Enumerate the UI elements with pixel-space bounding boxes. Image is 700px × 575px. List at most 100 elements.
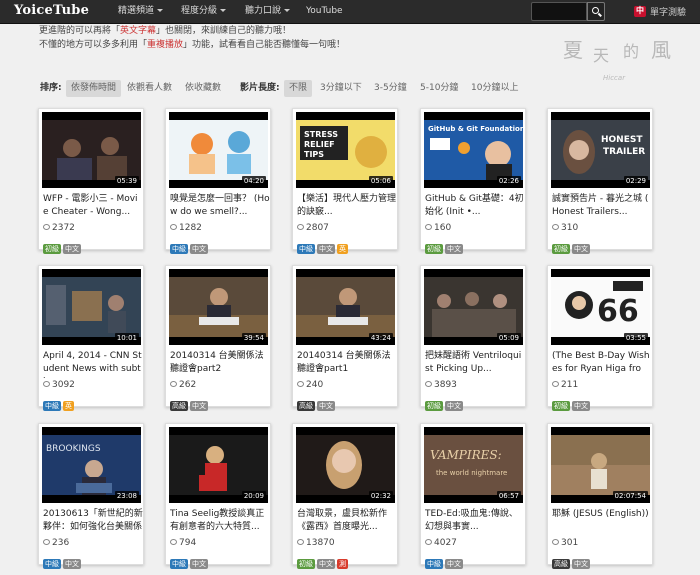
nav-listening-speaking[interactable]: 聽力口說 <box>245 0 291 24</box>
tag-list: 初級 中文 <box>425 236 465 254</box>
video-thumbnail[interactable]: 39:54 <box>169 269 268 345</box>
svg-text:66: 66 <box>597 294 639 329</box>
video-card[interactable]: HONEST TRAILER 02:29 誠實預告片 - 暮光之城 ( Honest … <box>547 108 653 254</box>
view-count: 2372 <box>43 223 75 233</box>
video-card[interactable]: 04:20 嗅覺是怎麼一回事？ (How do we smell?... 1282 中… <box>165 108 271 254</box>
sort-label: 排序: <box>40 83 62 93</box>
video-thumbnail[interactable]: HONEST TRAILER 02:29 <box>551 112 650 188</box>
video-thumbnail[interactable]: VAMPIRES: the world nightmare 06:57 <box>424 427 523 503</box>
svg-text:TRAILER: TRAILER <box>603 147 645 157</box>
tag-list: 中級 中文英 <box>297 236 350 254</box>
duration-badge: 05:39 <box>114 176 139 186</box>
svg-text:STRESS: STRESS <box>304 130 338 139</box>
search-button[interactable] <box>587 2 605 21</box>
language-flag-icon[interactable]: 中 <box>634 6 646 17</box>
thumbnail-image <box>169 120 268 180</box>
video-thumbnail[interactable]: STRESS RELIEF TIPS 05:06 <box>296 112 395 188</box>
nav-featured-channels[interactable]: 精選頻道 <box>118 0 164 24</box>
search-input[interactable] <box>531 2 587 21</box>
video-thumbnail[interactable]: 20:09 <box>169 427 268 503</box>
video-thumbnail[interactable]: 02:07:54 <box>551 427 650 503</box>
thumbnail-image: HONEST TRAILER <box>551 120 650 180</box>
video-card[interactable]: GitHub & Git Foundations 02:26 GitHub & Gi… <box>420 108 526 254</box>
video-title[interactable]: 耶穌 (JESUS (English)) <box>552 508 652 536</box>
video-title[interactable]: 誠實預告片 - 暮光之城 ( Honest Trailers... <box>552 193 652 221</box>
tag-list: 高級 中文 <box>552 551 592 569</box>
tag-list: 初級 中文 <box>552 393 592 411</box>
video-card[interactable]: 10:01 April 4, 2014 - CNN Student News wi… <box>38 265 144 411</box>
video-thumbnail[interactable]: GitHub & Git Foundations 02:26 <box>424 112 523 188</box>
video-thumbnail[interactable]: 05:39 <box>42 112 141 188</box>
sort-by-date[interactable]: 依發佈時間 <box>66 80 122 97</box>
thumbnail-image <box>424 277 523 337</box>
eye-icon <box>297 381 304 387</box>
video-card[interactable]: 20:09 Tina Seelig教授談真正有創意者的六大特質... 794 中級 中文 <box>165 423 271 569</box>
video-title[interactable]: 20140314 台美關係法聽證會part2 <box>170 350 270 378</box>
video-card[interactable]: BROOKINGS 23:08 20130613「新世紀的新夥伴：如何強化台美關係 2… <box>38 423 144 569</box>
nav-level[interactable]: 程度分級 <box>181 0 227 24</box>
video-title[interactable]: GitHub & Git基礎：4初始化 (Init •... <box>425 193 525 221</box>
video-title[interactable]: Tina Seelig教授談真正有創意者的六大特質... <box>170 508 270 536</box>
video-card[interactable]: 02:07:54 耶穌 (JESUS (English)) 301 高級 中文 <box>547 423 653 569</box>
video-card[interactable]: VAMPIRES: the world nightmare 06:57 TED-Ed:… <box>420 423 526 569</box>
tag-list: 高級 中文 <box>170 393 210 411</box>
length-3-5[interactable]: 3-5分鐘 <box>369 80 412 97</box>
video-thumbnail[interactable]: 05:09 <box>424 269 523 345</box>
tag-badge: 中級 <box>425 559 443 569</box>
svg-text:HONEST: HONEST <box>601 135 643 145</box>
thumbnail-image: STRESSRELIEFTIPS <box>296 120 395 180</box>
top-nav-bar: YoiceTube 精選頻道 程度分級 聽力口說 YouTube 中 單字測驗 <box>0 0 700 24</box>
video-card[interactable]: 05:39 WFP - 電影小三 - Movie Cheater - Wong..… <box>38 108 144 254</box>
length-under-3[interactable]: 3分鐘以下 <box>315 80 367 97</box>
view-count: 4027 <box>425 538 457 548</box>
video-title[interactable]: 20140314 台美關係法聽證會part1 <box>297 350 397 378</box>
length-5-10[interactable]: 5-10分鐘 <box>415 80 463 97</box>
duration-badge: 43:24 <box>368 333 393 343</box>
length-over-10[interactable]: 10分鐘以上 <box>466 80 523 97</box>
video-card[interactable]: 66 03:55 (The Best B-Day Wishes for Ryan H… <box>547 265 653 411</box>
video-card[interactable]: 39:54 20140314 台美關係法聽證會part2 262 高級 中文 <box>165 265 271 411</box>
view-count: 1282 <box>170 223 202 233</box>
video-card[interactable]: STRESS RELIEF TIPS 05:06 【樂活】現代人壓力管理的訣竅... 28… <box>292 108 398 254</box>
sort-by-views[interactable]: 依觀看人數 <box>122 80 177 97</box>
vocab-quiz-link[interactable]: 單字測驗 <box>650 5 686 18</box>
tag-list: 初級 中文 <box>552 236 592 254</box>
view-count: 3893 <box>425 380 457 390</box>
video-title[interactable]: TED-Ed:吸血鬼:傳說、幻想與事實... <box>425 508 525 536</box>
eye-icon <box>425 381 432 387</box>
video-title[interactable]: 台灣取景，盧貝松新作《露西》首度曝光... <box>297 508 397 536</box>
video-title[interactable]: WFP - 電影小三 - Movie Cheater - Wong... <box>43 193 143 221</box>
video-thumbnail[interactable]: 04:20 <box>169 112 268 188</box>
tag-badge: 初級 <box>552 244 570 254</box>
tag-badge: 中文 <box>63 244 81 254</box>
video-title[interactable]: (The Best B-Day Wishes for Ryan Higa fro… <box>552 350 652 378</box>
video-thumbnail[interactable]: 43:24 <box>296 269 395 345</box>
video-thumbnail[interactable]: 10:01 <box>42 269 141 345</box>
video-thumbnail[interactable]: BROOKINGS 23:08 <box>42 427 141 503</box>
tag-badge: 中文 <box>572 244 590 254</box>
video-card[interactable]: 43:24 20140314 台美關係法聽證會part1 240 高級 中文 <box>292 265 398 411</box>
tag-badge: 高級 <box>170 401 188 411</box>
duration-badge: 23:08 <box>114 491 139 501</box>
nav-youtube[interactable]: YouTube <box>306 0 343 24</box>
video-card[interactable]: 05:09 把妹醒語術 Ventriloquist Picking Up... 38… <box>420 265 526 411</box>
view-count: 13870 <box>297 538 335 548</box>
tag-badge: 中文 <box>572 559 590 569</box>
tag-badge: 測 <box>337 559 348 569</box>
eye-icon <box>552 224 559 230</box>
video-title[interactable]: 20130613「新世紀的新夥伴：如何強化台美關係 <box>43 508 143 536</box>
video-thumbnail[interactable]: 66 03:55 <box>551 269 650 345</box>
svg-text:VAMPIRES:: VAMPIRES: <box>430 448 502 462</box>
video-card[interactable]: 02:32 台灣取景，盧貝松新作《露西》首度曝光... 13870 初級 中文測 <box>292 423 398 569</box>
length-any[interactable]: 不限 <box>284 80 313 97</box>
tag-badge: 初級 <box>425 401 443 411</box>
video-title[interactable]: 【樂活】現代人壓力管理的訣竅... <box>297 193 397 221</box>
video-title[interactable]: April 4, 2014 - CNN Student News with su… <box>43 350 143 378</box>
video-title[interactable]: 把妹醒語術 Ventriloquist Picking Up... <box>425 350 525 378</box>
video-title[interactable]: 嗅覺是怎麼一回事？ (How do we smell?... <box>170 193 270 221</box>
sort-by-favorites[interactable]: 依收藏數 <box>180 80 226 97</box>
video-thumbnail[interactable]: 02:32 <box>296 427 395 503</box>
site-logo[interactable]: YoiceTube <box>14 3 89 18</box>
tag-badge: 中文 <box>317 244 335 254</box>
chevron-down-icon <box>157 9 164 12</box>
